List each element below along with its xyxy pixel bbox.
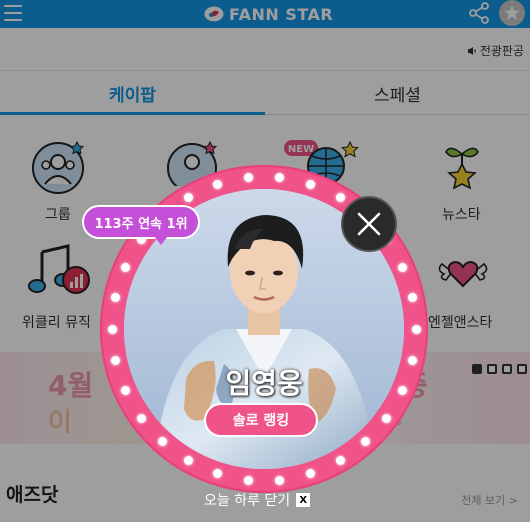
ring-light-bulb <box>335 456 345 466</box>
ring-light-bulb <box>183 192 193 202</box>
popup-close-button[interactable] <box>341 196 397 252</box>
ring-light-bulb <box>275 475 285 485</box>
ring-light-bulb <box>398 262 408 272</box>
close-for-today[interactable]: 오늘 하루 닫기 X <box>204 490 311 510</box>
ring-light-bulb <box>411 324 421 334</box>
close-for-today-label: 오늘 하루 닫기 <box>204 493 291 509</box>
solo-ranking-button[interactable]: 솔로 랭킹 <box>206 405 316 435</box>
ring-light-bulb <box>136 413 146 423</box>
artist-name: 임영웅 <box>225 367 303 400</box>
ring-light-bulb <box>212 179 222 189</box>
ring-light-bulb <box>212 469 222 479</box>
ring-light-bulb <box>110 356 120 366</box>
rank-streak-badge: 113주 연속 1위 <box>84 207 198 245</box>
ring-light-bulb <box>120 262 130 272</box>
ring-light-bulb <box>243 475 253 485</box>
close-icon <box>357 212 381 236</box>
ring-light-bulb <box>243 173 253 183</box>
ring-light-bulb <box>408 292 418 302</box>
ring-light-bulb <box>183 456 193 466</box>
ring-light-bulb <box>110 292 120 302</box>
ring-light-bulb <box>120 386 130 396</box>
ring-light-bulb <box>107 324 117 334</box>
ring-light-bulb <box>335 192 345 202</box>
close-for-today-x-icon[interactable]: X <box>296 493 311 507</box>
